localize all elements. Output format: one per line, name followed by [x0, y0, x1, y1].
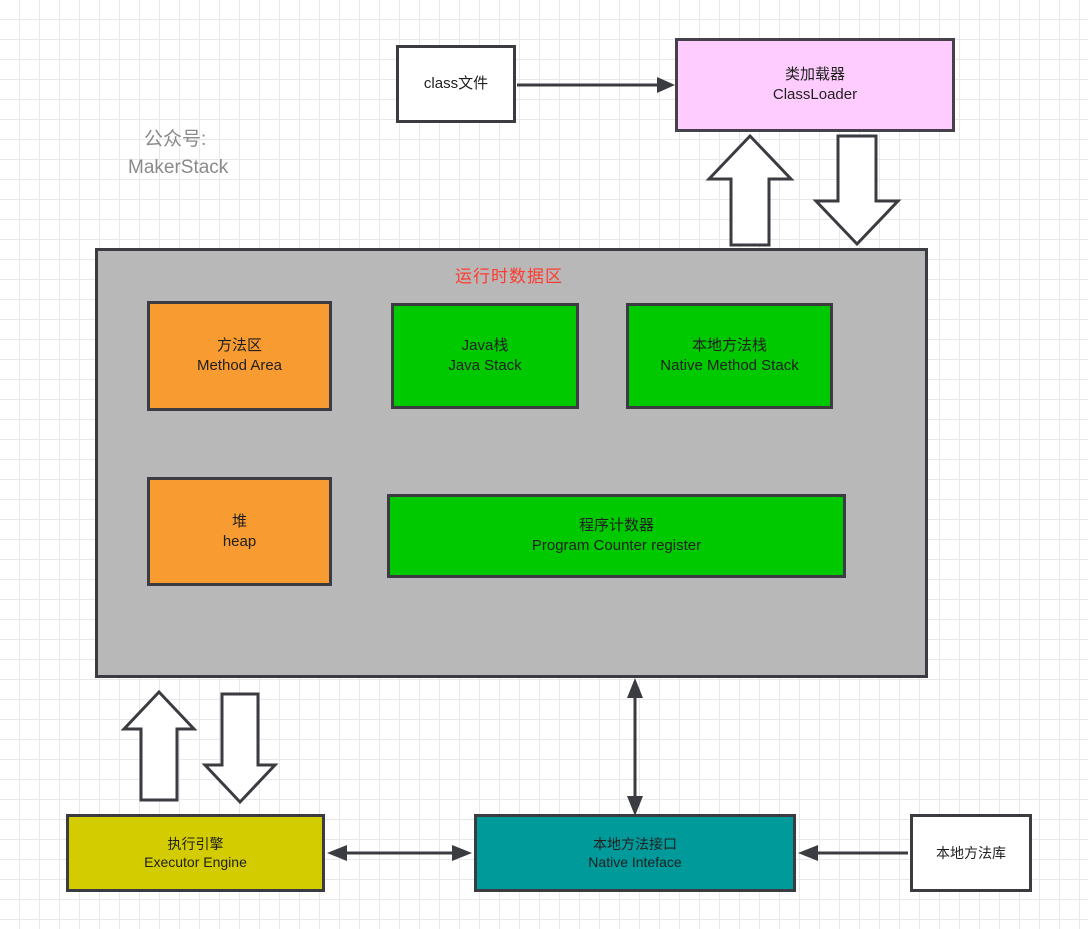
arrow-class-file-to-classloader: [517, 77, 675, 93]
diagram-canvas: 公众号: MakerStack class文件 类加载器 ClassLoader…: [0, 0, 1088, 929]
node-native-interface-label-cn: 本地方法接口: [593, 835, 677, 852]
node-heap[interactable]: 堆 heap: [147, 477, 332, 586]
node-program-counter-label-en: Program Counter register: [531, 537, 702, 554]
node-method-area[interactable]: 方法区 Method Area: [147, 301, 332, 411]
node-class-loader-label-en: ClassLoader: [772, 86, 858, 103]
node-method-area-label-en: Method Area: [196, 357, 283, 374]
block-arrow-runtime-to-executor-down: [201, 692, 279, 805]
node-native-library[interactable]: 本地方法库: [910, 814, 1032, 892]
node-heap-label-cn: 堆: [231, 512, 247, 530]
node-class-file-label: class文件: [423, 75, 489, 93]
node-class-loader-label-cn: 类加载器: [784, 66, 845, 84]
node-native-method-stack-label-cn: 本地方法栈: [691, 337, 767, 355]
arrow-native-library-to-native-interface: [798, 845, 908, 861]
node-method-area-label-cn: 方法区: [216, 337, 262, 355]
node-native-interface-label-en: Native Inteface: [588, 854, 682, 870]
watermark-line-1: 公众号:: [144, 129, 207, 150]
node-class-loader[interactable]: 类加载器 ClassLoader: [675, 38, 955, 132]
node-class-file[interactable]: class文件: [396, 45, 516, 123]
node-java-stack-label-cn: Java栈: [461, 337, 509, 355]
node-heap-label-en: heap: [222, 532, 257, 550]
node-native-method-stack-label-en: Native Method Stack: [660, 357, 799, 374]
block-arrow-classloader-to-runtime-down: [812, 134, 902, 247]
node-native-method-stack[interactable]: 本地方法栈 Native Method Stack: [626, 303, 833, 409]
watermark: 公众号: MakerStack: [128, 126, 228, 181]
node-executor-engine[interactable]: 执行引擎 Executor Engine: [66, 814, 325, 892]
node-native-library-label: 本地方法库: [936, 844, 1006, 861]
node-executor-engine-label-cn: 执行引擎: [167, 835, 224, 852]
block-arrow-executor-to-runtime-up: [120, 689, 198, 802]
watermark-line-2: MakerStack: [128, 156, 229, 178]
node-native-interface[interactable]: 本地方法接口 Native Inteface: [474, 814, 796, 892]
runtime-data-area-title: 运行时数据区: [455, 267, 563, 286]
node-java-stack[interactable]: Java栈 Java Stack: [391, 303, 579, 409]
node-program-counter-label-cn: 程序计数器: [578, 517, 654, 535]
node-program-counter[interactable]: 程序计数器 Program Counter register: [387, 494, 846, 578]
arrow-runtime-to-native-interface: [627, 678, 643, 816]
arrow-executor-to-native-interface: [327, 845, 472, 861]
node-executor-engine-label-en: Executor Engine: [144, 854, 247, 870]
node-java-stack-label-en: Java Stack: [448, 357, 522, 374]
block-arrow-runtime-to-classloader-up: [705, 133, 795, 247]
